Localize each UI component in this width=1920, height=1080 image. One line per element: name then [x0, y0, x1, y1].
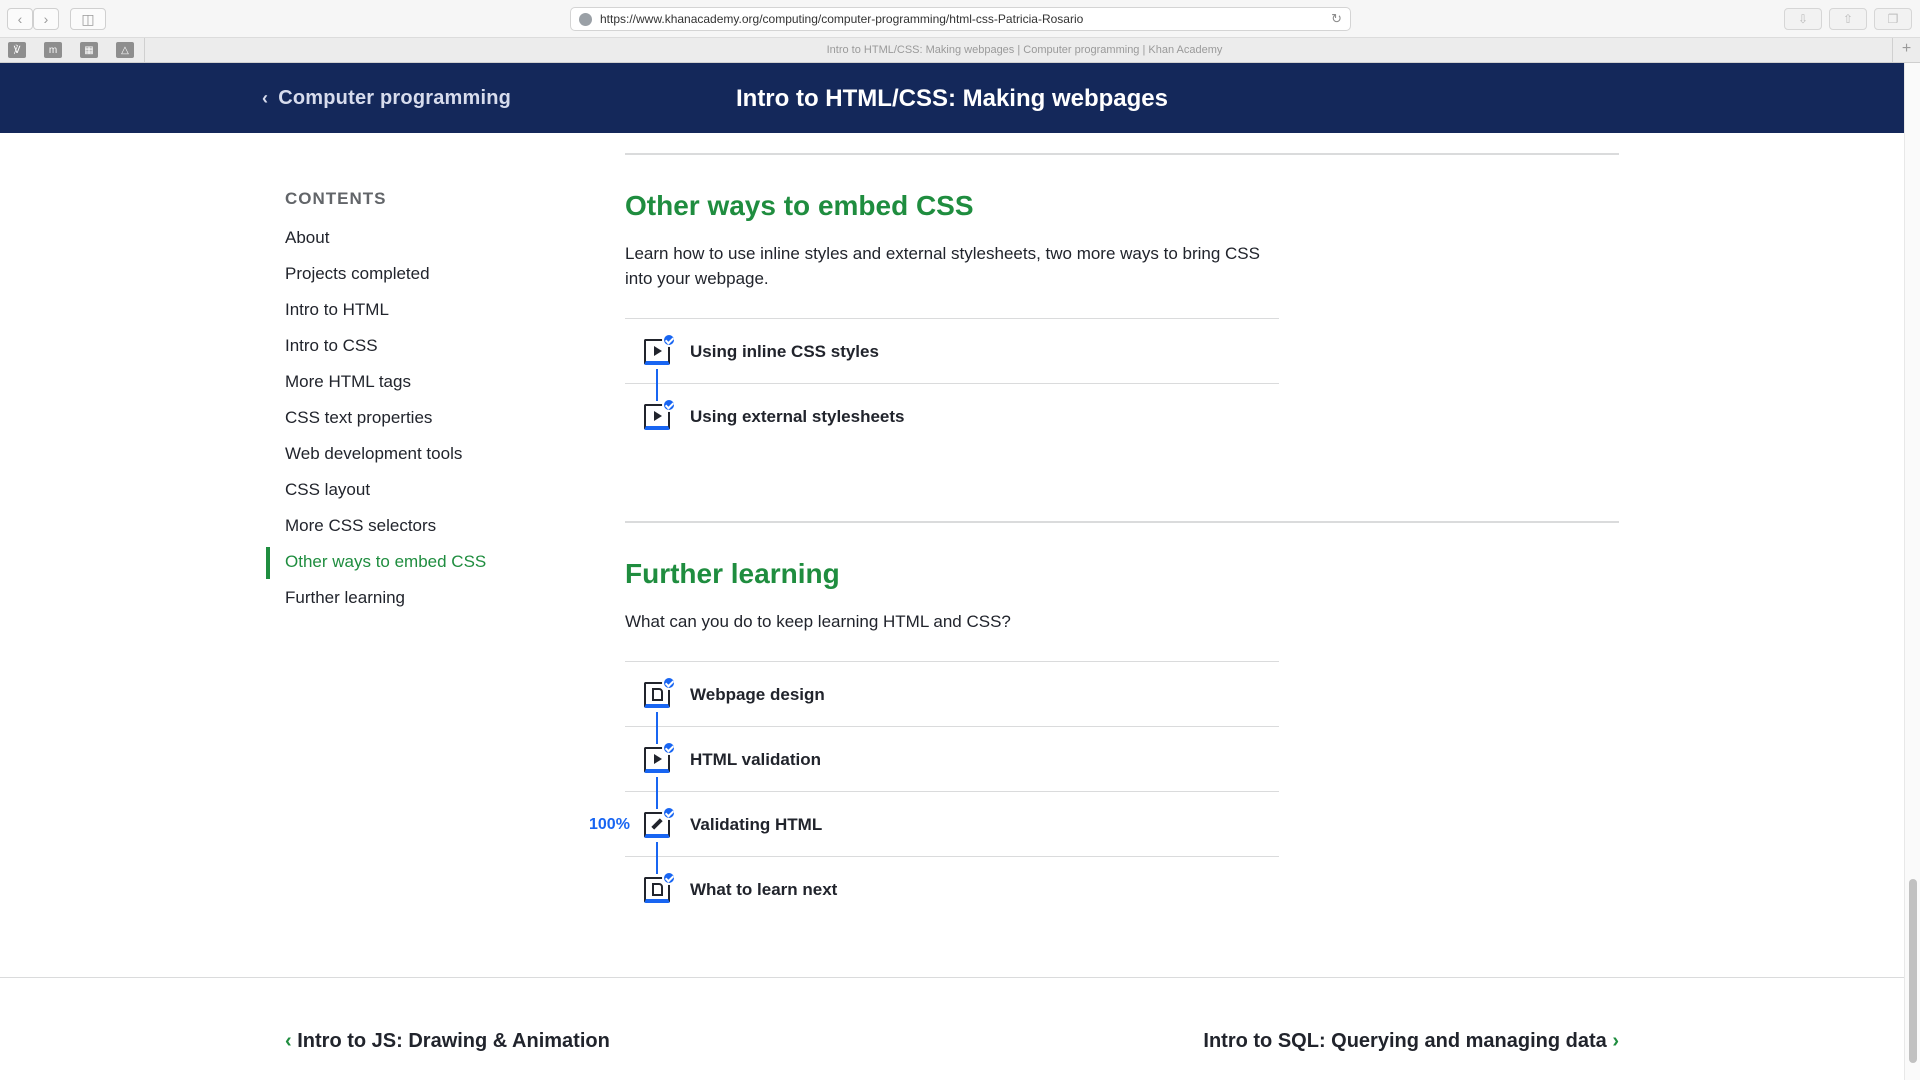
progress-connector — [656, 777, 658, 809]
lesson-label: What to learn next — [690, 880, 838, 899]
lesson-list: Using inline CSS styles Using external s… — [625, 318, 1279, 448]
toc-item-active[interactable]: Other ways to embed CSS — [266, 544, 546, 580]
tabs-icon: ❐ — [1887, 12, 1899, 26]
lesson-item[interactable]: HTML validation — [625, 726, 1279, 809]
footer-divider — [0, 977, 1904, 978]
bookmark-favicon-icon[interactable]: △ — [116, 42, 134, 58]
section-title[interactable]: Further learning — [625, 558, 840, 590]
new-tab-button[interactable]: + — [1892, 38, 1920, 62]
lesson-item[interactable]: What to learn next — [625, 856, 1279, 921]
toc-item[interactable]: About — [266, 220, 546, 256]
forward-button[interactable]: › — [33, 8, 59, 30]
page-scrollbar[interactable] — [1904, 63, 1920, 1080]
site-icon — [579, 12, 592, 26]
chevron-right-icon: › — [1612, 1030, 1619, 1052]
bookmark-favicon-icon[interactable]: ▦ — [80, 42, 98, 58]
contents-heading: CONTENTS — [285, 189, 387, 208]
sidebar-toggle-button[interactable]: ◫ — [70, 8, 106, 30]
next-course-link[interactable]: Intro to SQL: Querying and managing data… — [1203, 1030, 1619, 1053]
section-description: Learn how to use inline styles and exter… — [625, 244, 1260, 288]
lesson-item[interactable]: Webpage design — [625, 661, 1279, 744]
lesson-label: Validating HTML — [690, 815, 823, 834]
lesson-list: Webpage design HTML validation 100% Vali… — [589, 661, 1279, 921]
chevron-right-icon: › — [43, 11, 49, 27]
toc-item[interactable]: Web development tools — [266, 436, 546, 472]
lesson-item[interactable]: 100% Validating HTML — [589, 791, 1279, 874]
sidebar-icon: ◫ — [81, 10, 95, 27]
download-icon: ⇩ — [1797, 12, 1809, 26]
check-icon — [662, 333, 676, 347]
previous-course-link[interactable]: ‹ Intro to JS: Drawing & Animation — [285, 1030, 610, 1053]
lesson-label: HTML validation — [690, 750, 821, 769]
progress-connector — [656, 712, 658, 744]
reload-icon[interactable]: ↻ — [1331, 11, 1342, 27]
lesson-label: Using inline CSS styles — [690, 342, 879, 361]
previous-course-label: Intro to JS: Drawing & Animation — [297, 1030, 610, 1052]
chevron-left-icon: ‹ — [17, 11, 23, 27]
toc-item[interactable]: Further learning — [266, 580, 546, 616]
lesson-label: Using external stylesheets — [690, 407, 905, 426]
downloads-button[interactable]: ⇩ — [1784, 8, 1822, 30]
tab-bar: ℣ m ▦ △ Intro to HTML/CSS: Making webpag… — [0, 38, 1920, 63]
check-icon — [662, 676, 676, 690]
site-header: ‹ Computer programming Intro to HTML/CSS… — [0, 63, 1904, 133]
share-button[interactable]: ⇧ — [1829, 8, 1867, 30]
active-tab[interactable]: Intro to HTML/CSS: Making webpages | Com… — [144, 38, 1904, 62]
app-window: ‹ › ◫ https://www.khanacademy.org/comput… — [0, 0, 1920, 1080]
chevron-left-icon: ‹ — [285, 1030, 292, 1052]
page-title: Intro to HTML/CSS: Making webpages — [735, 85, 1168, 112]
check-icon — [662, 871, 676, 885]
browser-toolbar: ‹ › ◫ https://www.khanacademy.org/comput… — [0, 0, 1920, 38]
back-button[interactable]: ‹ — [7, 8, 33, 30]
share-icon: ⇧ — [1842, 12, 1854, 26]
lesson-label: Webpage design — [690, 685, 825, 704]
address-bar[interactable]: https://www.khanacademy.org/computing/co… — [570, 7, 1351, 31]
lesson-item[interactable]: Using inline CSS styles — [625, 318, 1279, 401]
toc-item[interactable]: Projects completed — [266, 256, 546, 292]
section-divider — [625, 153, 1619, 155]
scrollbar-thumb[interactable] — [1909, 879, 1917, 1063]
section-divider — [625, 521, 1619, 523]
bookmark-favicon-icon[interactable]: ℣ — [8, 42, 26, 58]
check-icon — [662, 398, 676, 412]
toc-item[interactable]: Intro to CSS — [266, 328, 546, 364]
lesson-item[interactable]: Using external stylesheets — [625, 383, 1279, 448]
section-title[interactable]: Other ways to embed CSS — [625, 190, 974, 222]
section-description: What can you do to keep learning HTML an… — [625, 612, 1011, 631]
bookmark-favicon-icon[interactable]: m — [44, 42, 62, 58]
toc-item[interactable]: More HTML tags — [266, 364, 546, 400]
toc-item[interactable]: CSS layout — [266, 472, 546, 508]
check-icon — [662, 806, 676, 820]
tabs-overview-button[interactable]: ❐ — [1874, 8, 1912, 30]
toc-item[interactable]: Intro to HTML — [266, 292, 546, 328]
progress-connector — [656, 369, 658, 401]
progress-percent: 100% — [589, 816, 630, 833]
toc-item[interactable]: CSS text properties — [266, 400, 546, 436]
url-text: https://www.khanacademy.org/computing/co… — [600, 12, 1084, 26]
next-course-label: Intro to SQL: Querying and managing data — [1203, 1030, 1607, 1052]
progress-connector — [656, 842, 658, 874]
check-icon — [662, 741, 676, 755]
toc-item[interactable]: More CSS selectors — [266, 508, 546, 544]
table-of-contents: About Projects completed Intro to HTML I… — [266, 220, 546, 616]
